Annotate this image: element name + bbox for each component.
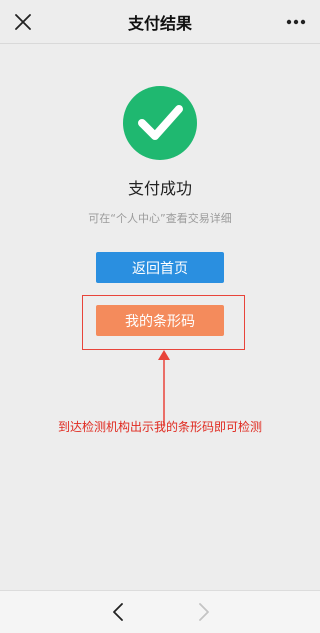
success-hint: 可在“个人中心”查看交易详细 [88,212,232,225]
chevron-left-icon[interactable] [108,601,128,623]
arrow-up-icon [157,350,171,426]
page-title: 支付结果 [127,13,192,33]
check-circle-icon [122,85,198,161]
my-barcode-button[interactable]: 我的条形码 [96,305,224,336]
success-title: 支付成功 [127,179,192,198]
more-icon[interactable] [284,11,308,33]
close-icon[interactable] [12,11,34,33]
bottom-toolbar [0,590,320,633]
result-content: 支付成功 可在“个人中心”查看交易详细 返回首页 我的条形码 到达检测机构出示我… [0,44,320,590]
top-navbar: 支付结果 [0,0,320,44]
return-home-button[interactable]: 返回首页 [96,252,224,283]
annotation-text: 到达检测机构出示我的条形码即可检测 [57,420,262,434]
chevron-right-icon[interactable] [194,601,214,623]
